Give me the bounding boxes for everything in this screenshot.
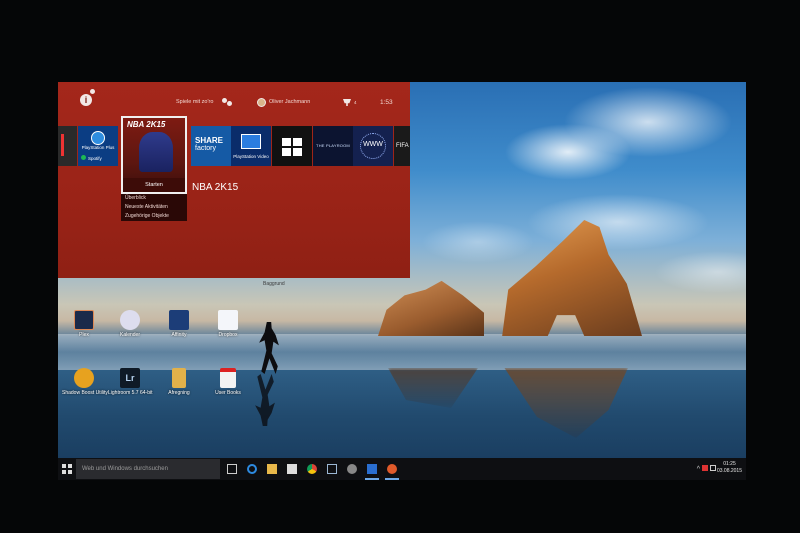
- selected-game-tile[interactable]: NBA 2K15 Starten: [121, 116, 187, 194]
- tile-label: PlayStation Plus: [81, 145, 115, 150]
- desktop-icon-label: Afregning: [168, 390, 190, 396]
- desktop-icon-affinity[interactable]: Affinity: [157, 310, 201, 338]
- tile-the-playroom[interactable]: THE PLAYROOM: [313, 126, 353, 166]
- system-tray[interactable]: ^: [697, 465, 716, 473]
- game-cover-title: NBA 2K15: [127, 120, 166, 129]
- clock-time: 01:25: [723, 461, 736, 467]
- ps4-clock: 1:53: [380, 99, 393, 106]
- trophy-icon[interactable]: [343, 99, 351, 106]
- search-input[interactable]: Web und Windows durchsuchen: [76, 459, 220, 479]
- lightning-icon: [74, 368, 94, 388]
- store-icon[interactable]: [284, 461, 300, 477]
- lightroom-icon: Lr: [120, 368, 140, 388]
- notification-icon[interactable]: i: [80, 94, 92, 106]
- media-player-icon[interactable]: [344, 461, 360, 477]
- folder-icon: [172, 368, 186, 388]
- desktop-icon-kalender[interactable]: Kalender: [108, 310, 152, 338]
- task-view-icon[interactable]: [224, 461, 240, 477]
- online-status: Spiele mit zo'ro: [176, 99, 214, 105]
- runner-reflection: [255, 374, 275, 426]
- notification-badge: [90, 89, 95, 94]
- remote-play-icon[interactable]: [364, 461, 380, 480]
- ocean-surf: [58, 334, 746, 370]
- desktop-icon-label: User Books: [215, 390, 241, 396]
- friends-icon[interactable]: [222, 98, 232, 107]
- pdf-icon: [220, 368, 236, 388]
- game-options-menu: Überblick Neueste Aktivitäten Zugehörige…: [121, 194, 187, 221]
- tile-share-factory[interactable]: SHARE factory: [191, 126, 231, 166]
- spotify-icon: [81, 155, 86, 160]
- tile-fifa[interactable]: FIFA: [394, 126, 410, 166]
- windows-start-icon[interactable]: [62, 464, 72, 474]
- desktop-icon-shadow-boost[interactable]: Shadow Boost Utility: [62, 368, 108, 396]
- lightroom-taskbar-icon[interactable]: [324, 461, 340, 477]
- desktop-icon-user-books[interactable]: User Books: [206, 368, 250, 396]
- chevron-up-icon[interactable]: ^: [697, 466, 700, 473]
- clock-date: 03.08.2015: [716, 468, 742, 474]
- notification-icon[interactable]: [702, 465, 709, 471]
- tile-label: WWW: [363, 141, 383, 148]
- desktop-label: Baggrund: [263, 281, 285, 287]
- small-rock-reflection: [388, 368, 478, 408]
- affinity-icon: [169, 310, 189, 330]
- tile-previous[interactable]: [58, 126, 77, 166]
- desktop-icon-afregning[interactable]: Afregning: [157, 368, 201, 396]
- content-tiles-row: PlayStation Plus Spotify SHARE factory P…: [58, 126, 410, 166]
- desktop-icon-lightroom[interactable]: Lr Lightroom 5.7 64-bit: [108, 368, 152, 396]
- tile-playstation-video[interactable]: PlayStation Video: [231, 126, 271, 166]
- trophy-count: 4: [354, 100, 357, 105]
- desktop-icon-label: Affinity: [171, 332, 187, 338]
- desktop-icon-label: Plex: [79, 332, 89, 338]
- desktop-icon-dropbox[interactable]: Dropbox: [206, 310, 250, 338]
- tile-label: PlayStation Video: [233, 154, 269, 159]
- tile-label: THE PLAYROOM: [316, 143, 350, 148]
- menu-item-overview[interactable]: Überblick: [121, 194, 187, 203]
- taskbar: Web und Windows durchsuchen ^ 01:25 03.0…: [58, 458, 746, 480]
- desktop-icon-label: Lightroom 5.7 64-bit: [108, 390, 153, 396]
- tile-label: factory: [195, 145, 217, 152]
- desktop-icon-label: Dropbox: [218, 332, 238, 338]
- tile-playstation-plus[interactable]: PlayStation Plus Spotify: [78, 126, 118, 166]
- play-icon: [74, 310, 94, 330]
- desktop-icon-label: Kalender: [119, 332, 140, 338]
- tile-label: FIFA: [396, 143, 409, 149]
- menu-item-related-items[interactable]: Zugehörige Objekte: [121, 212, 187, 221]
- tile-label: SHARE: [195, 136, 224, 145]
- chrome-icon[interactable]: [304, 461, 320, 477]
- ps4-remote-play-window[interactable]: i Spiele mit zo'ro Oliver Jachmann 4 1:5…: [58, 82, 410, 278]
- game-title: NBA 2K15: [192, 182, 239, 193]
- desktop-icon-plex[interactable]: Plex: [62, 310, 106, 338]
- tile-internet-browser[interactable]: WWW: [353, 126, 393, 166]
- user-name: Oliver Jachmann: [269, 99, 311, 105]
- edge-icon[interactable]: [244, 461, 260, 477]
- menu-item-recent-activity[interactable]: Neueste Aktivitäten: [121, 203, 187, 212]
- tile-label: Spotify: [88, 156, 102, 161]
- desktop-icon-label: Shadow Boost Utility: [62, 390, 108, 396]
- avatar[interactable]: [257, 98, 266, 107]
- file-explorer-icon[interactable]: [264, 461, 280, 477]
- dropbox-icon: [218, 310, 238, 330]
- playstation-plus-icon: [91, 131, 105, 145]
- cover-player-art: [139, 132, 173, 172]
- monitor-screen: i Spiele mit zo'ro Oliver Jachmann 4 1:5…: [58, 82, 746, 480]
- grid-icon: [282, 138, 302, 156]
- taskbar-clock[interactable]: 01:25 03.08.2015: [717, 461, 742, 475]
- start-button[interactable]: Starten: [123, 178, 185, 192]
- tile-tv-video[interactable]: [272, 126, 312, 166]
- network-icon[interactable]: [710, 465, 716, 471]
- calendar-icon: [120, 310, 140, 330]
- app-icon[interactable]: [384, 461, 400, 480]
- rock-reflection: [504, 368, 628, 438]
- video-icon: [241, 134, 261, 149]
